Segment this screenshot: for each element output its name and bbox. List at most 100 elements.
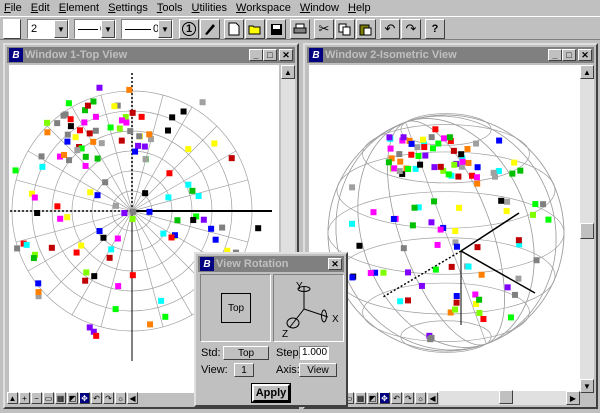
close-icon[interactable]: ✕ xyxy=(578,49,592,61)
maximize-icon[interactable]: □ xyxy=(562,49,576,61)
rotate-view-icon[interactable]: ◩ xyxy=(367,392,378,404)
zoom-out-icon[interactable]: − xyxy=(31,392,42,404)
window-1-titlebar[interactable]: B Window 1-Top View _ □ ✕ xyxy=(7,47,295,63)
point-marker xyxy=(112,202,119,209)
window-1-title: Window 1-Top View xyxy=(25,49,128,61)
menu-help[interactable]: Help xyxy=(348,2,371,14)
minimize-icon[interactable]: _ xyxy=(249,49,263,61)
print-button[interactable] xyxy=(290,19,310,39)
window-2-horizontal-scrollbar[interactable]: ▶ xyxy=(439,390,580,405)
view-attributes-icon[interactable]: ☼ xyxy=(415,392,426,404)
point-marker xyxy=(478,271,485,278)
scroll-up-icon[interactable]: ▲ xyxy=(281,65,295,79)
copy-icon xyxy=(338,23,351,35)
view-previous-icon[interactable]: ↶ xyxy=(91,392,102,404)
point-marker xyxy=(211,140,218,147)
dialog-title: View Rotation xyxy=(216,258,289,270)
window-2-titlebar[interactable]: B Window 2-Isometric View _ □ ✕ xyxy=(307,47,594,63)
menu-file[interactable]: File xyxy=(4,2,22,14)
apply-button[interactable]: Apply xyxy=(251,383,291,403)
scroll-right-icon[interactable]: ▶ xyxy=(566,391,580,405)
scroll-thumb[interactable] xyxy=(580,223,594,239)
view-rotation-dialog[interactable]: B View Rotation ✕ Top Y X Z Std: Top Vie… xyxy=(194,252,348,407)
point-marker xyxy=(432,266,439,273)
view-next-icon[interactable]: ↷ xyxy=(403,392,414,404)
scroll-left-icon[interactable]: ◀ xyxy=(127,392,138,404)
chevron-down-icon[interactable]: ▼ xyxy=(54,20,68,38)
isometric-view-canvas[interactable] xyxy=(309,65,580,393)
pan-view-icon[interactable]: ✥ xyxy=(79,392,90,404)
minimize-icon[interactable]: _ xyxy=(548,49,562,61)
paste-button[interactable] xyxy=(356,19,376,39)
point-marker xyxy=(428,219,435,226)
view-previous-icon[interactable]: ↶ xyxy=(391,392,402,404)
point-marker xyxy=(92,127,99,134)
chevron-down-icon[interactable]: ▼ xyxy=(158,20,172,38)
point-marker xyxy=(545,216,552,223)
window-2-vertical-scrollbar[interactable]: ▲ ▼ xyxy=(580,65,594,393)
undo-button[interactable]: ↶ xyxy=(380,19,400,39)
redo-button[interactable]: ↷ xyxy=(401,19,421,39)
point-marker xyxy=(511,159,518,166)
step-input[interactable]: 1.000 xyxy=(299,346,329,360)
rotate-view-icon[interactable]: ◩ xyxy=(67,392,78,404)
rotation-axis-panel[interactable]: Y X Z xyxy=(273,274,344,342)
axis-dropdown[interactable]: View xyxy=(299,363,337,377)
scroll-thumb[interactable] xyxy=(499,390,513,404)
point-marker xyxy=(164,127,171,134)
view-rotation-titlebar[interactable]: B View Rotation ✕ xyxy=(198,256,344,272)
view-next-icon[interactable]: ↷ xyxy=(103,392,114,404)
element-attributes-button[interactable] xyxy=(200,19,220,39)
scroll-up-icon[interactable]: ▲ xyxy=(580,65,594,79)
menu-tools[interactable]: Tools xyxy=(157,2,183,14)
menu-edit[interactable]: Edit xyxy=(31,2,50,14)
point-marker xyxy=(498,197,505,204)
menu-workspace[interactable]: Workspace xyxy=(236,2,291,14)
new-file-button[interactable] xyxy=(224,19,244,39)
zoom-in-icon[interactable]: + xyxy=(19,392,30,404)
point-marker xyxy=(405,269,412,276)
point-marker xyxy=(121,210,128,217)
point-marker xyxy=(504,284,511,291)
point-marker xyxy=(72,134,79,141)
close-icon[interactable]: ✕ xyxy=(328,258,342,270)
copy-button[interactable] xyxy=(335,19,355,39)
point-marker xyxy=(65,100,72,107)
point-marker xyxy=(422,152,429,159)
point-marker xyxy=(495,167,502,174)
menu-element[interactable]: Element xyxy=(59,2,99,14)
rotation-axis-icon[interactable]: Y X Z xyxy=(274,275,343,341)
open-file-button[interactable] xyxy=(245,19,265,39)
point-marker xyxy=(405,165,412,172)
point-marker xyxy=(142,156,149,163)
color-picker-button[interactable] xyxy=(3,19,21,39)
view-attributes-icon[interactable]: ☼ xyxy=(115,392,126,404)
close-icon[interactable]: ✕ xyxy=(279,49,293,61)
save-button[interactable] xyxy=(266,19,286,39)
menu-utilities[interactable]: Utilities xyxy=(192,2,227,14)
point-marker xyxy=(129,109,136,116)
pan-view-icon[interactable]: ✥ xyxy=(379,392,390,404)
fit-view-icon[interactable]: ▦ xyxy=(55,392,66,404)
menu-settings[interactable]: Settings xyxy=(108,2,148,14)
update-view-icon[interactable]: ▲ xyxy=(7,392,18,404)
window-area-icon[interactable]: ▭ xyxy=(43,392,54,404)
line-style-combo[interactable]: 0 ▼ xyxy=(74,19,116,39)
chevron-down-icon[interactable]: ▼ xyxy=(101,20,115,38)
scroll-left-icon[interactable]: ◀ xyxy=(427,392,438,404)
menu-window[interactable]: Window xyxy=(300,2,339,14)
view-number-dropdown[interactable]: 1 xyxy=(234,363,254,377)
help-button[interactable]: ? xyxy=(425,19,445,39)
std-view-dropdown[interactable]: Top xyxy=(223,346,269,360)
line-weight-combo[interactable]: 0 ▼ xyxy=(121,19,173,39)
point-marker xyxy=(434,241,441,248)
scroll-down-icon[interactable]: ▼ xyxy=(580,379,594,393)
point-marker xyxy=(474,180,481,187)
fit-view-icon[interactable]: ▦ xyxy=(355,392,366,404)
keypoint-button[interactable]: 1 xyxy=(179,19,199,39)
weight-combo[interactable]: 2 ▼ xyxy=(27,19,69,39)
point-marker xyxy=(44,129,51,136)
cut-button[interactable]: ✂ xyxy=(314,19,334,39)
maximize-icon[interactable]: □ xyxy=(263,49,277,61)
point-marker xyxy=(102,179,109,186)
